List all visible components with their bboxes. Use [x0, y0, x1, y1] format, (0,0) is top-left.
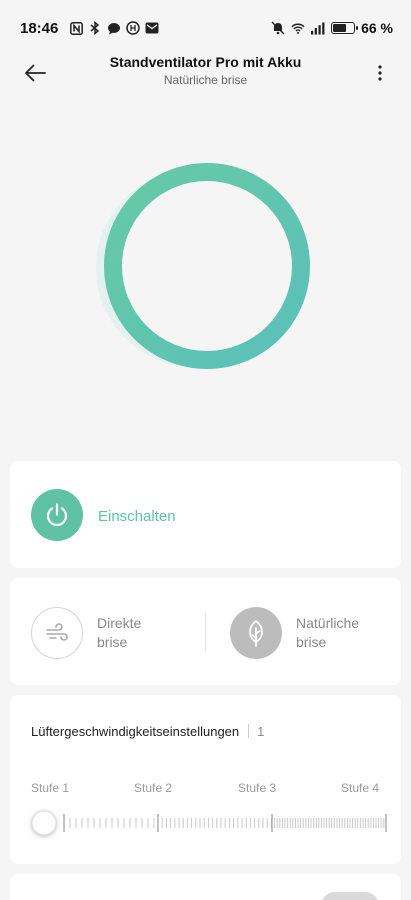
leaf-icon — [249, 620, 263, 647]
page-subtitle: Natürliche brise — [163, 73, 248, 87]
speed-slider[interactable] — [20, 805, 390, 841]
slider-thumb[interactable] — [31, 810, 57, 836]
speed-level-2-label: Stufe 2 — [134, 781, 173, 795]
arrow-left-icon — [25, 64, 46, 82]
power-label[interactable]: Einschalten — [98, 508, 176, 525]
speed-level-4-label: Stufe 4 — [341, 781, 380, 795]
page-title: Standventilator Pro mit Akku — [109, 54, 302, 70]
power-icon — [46, 503, 68, 527]
chat-icon — [107, 21, 121, 35]
mode-natural-icon-wrap — [230, 607, 282, 659]
mode-natural-label-line1: Natürliche — [296, 615, 360, 631]
bluetooth-icon — [88, 21, 102, 35]
power-card: Einschalten — [10, 461, 401, 568]
back-button[interactable] — [18, 56, 52, 90]
speed-level-3-label: Stufe 3 — [238, 781, 277, 795]
app-notification-icon — [126, 21, 141, 35]
battery-percentage: 66 % — [361, 20, 393, 36]
status-bar: 18:46 66 % — [0, 0, 411, 56]
battery-icon — [331, 22, 359, 34]
status-left: 18:46 — [20, 20, 159, 37]
mode-direct-label-line1: Direkte — [97, 615, 142, 631]
mode-direct-breeze[interactable]: Direkte brise — [31, 607, 177, 659]
speed-level-1-label: Stufe 1 — [31, 781, 70, 795]
status-right: 66 % — [271, 20, 393, 36]
next-setting-card — [10, 874, 401, 900]
email-icon — [145, 21, 159, 35]
mode-direct-icon-wrap — [31, 607, 83, 659]
mode-natural-label-line2: brise — [296, 634, 327, 650]
app-bar: Standventilator Pro mit Akku Natürliche … — [0, 52, 411, 92]
mode-direct-label-line2: brise — [97, 634, 128, 650]
signal-icon — [311, 21, 325, 35]
status-time: 18:46 — [20, 19, 59, 37]
fan-status-ring — [96, 163, 310, 369]
speed-current-value: 1 — [257, 724, 265, 739]
mode-natural-label: Natürliche brise — [296, 614, 376, 652]
wifi-icon — [291, 21, 305, 35]
speed-card: Lüftergeschwindigkeitseinstellungen 1 Stu… — [10, 695, 401, 864]
more-options-button[interactable] — [363, 56, 397, 90]
power-button[interactable] — [31, 489, 83, 541]
nfc-icon — [69, 21, 83, 35]
title-block: Standventilator Pro mit Akku Natürliche … — [70, 54, 341, 87]
more-vertical-icon — [378, 65, 382, 81]
setting-toggle[interactable] — [321, 892, 379, 900]
mode-card: Direkte brise Natürliche brise — [10, 578, 401, 685]
mute-icon — [271, 21, 285, 35]
speed-settings-title: Lüftergeschwindigkeitseinstellungen — [31, 724, 240, 739]
battery-fill — [333, 24, 347, 32]
mode-divider — [205, 612, 206, 652]
wind-icon — [46, 623, 68, 641]
speed-settings-header: Lüftergeschwindigkeitseinstellungen 1 — [31, 724, 264, 739]
mode-direct-label: Direkte brise — [97, 614, 177, 652]
ring-inner — [122, 181, 292, 351]
mode-natural-breeze[interactable]: Natürliche brise — [230, 607, 376, 659]
speed-separator — [248, 724, 250, 738]
